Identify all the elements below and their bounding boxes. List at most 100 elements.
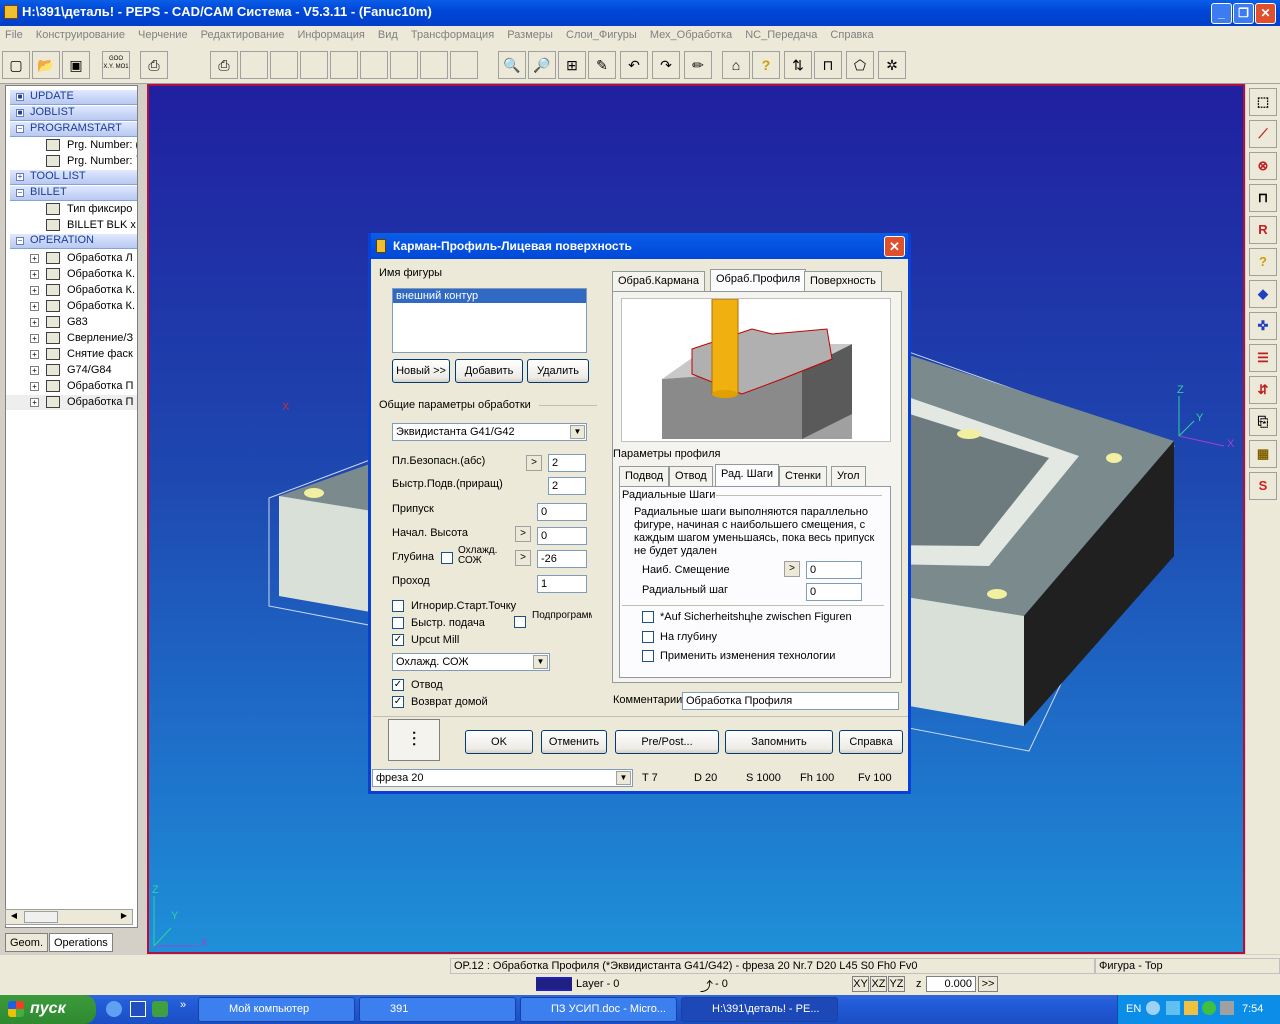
tree-op[interactable]: + G74/G84	[6, 363, 137, 378]
start-height-pick-button[interactable]: >	[515, 526, 531, 542]
query-icon[interactable]: ?	[1249, 248, 1277, 276]
ok-button[interactable]: OK	[465, 730, 533, 754]
tool-blank-1[interactable]	[240, 51, 268, 79]
tree-op[interactable]: + G83	[6, 315, 137, 330]
equidistant-select[interactable]: Эквидистанта G41/G42 ▼	[392, 423, 587, 441]
task-my-computer[interactable]: Мой компьютер	[198, 997, 355, 1022]
subtab-approach[interactable]: Подвод	[619, 466, 670, 486]
depth-field[interactable]: -26	[537, 550, 587, 568]
expand-icon[interactable]: +	[30, 302, 39, 311]
menu-file[interactable]: File	[0, 26, 28, 41]
tree-item[interactable]: BILLET BLK x	[6, 218, 137, 233]
print-icon[interactable]: ⎙	[140, 51, 168, 79]
security-icon[interactable]	[1184, 1001, 1198, 1015]
expand-icon[interactable]: +	[30, 286, 39, 295]
max-offset-field[interactable]: 0	[806, 561, 862, 579]
line-icon[interactable]: ⟋	[1249, 120, 1277, 148]
start-height-field[interactable]: 0	[537, 527, 587, 545]
safe-plane-pick-button[interactable]: >	[526, 455, 542, 471]
menu-info[interactable]: Информация	[292, 26, 369, 41]
tree-programstart[interactable]: − PROGRAMSTART	[10, 122, 137, 137]
tool-blank-3[interactable]	[300, 51, 328, 79]
new-figure-button[interactable]: Новый >>	[392, 359, 450, 383]
tree-update[interactable]: ■ UPDATE	[10, 90, 137, 105]
ie-icon[interactable]	[106, 1001, 122, 1017]
scroll-right-icon[interactable]: ▶	[117, 911, 131, 923]
expand-icon[interactable]: +	[16, 173, 24, 181]
rapid-field[interactable]: 2	[548, 477, 586, 495]
expand-icon[interactable]: +	[30, 398, 39, 407]
maximize-button[interactable]: ❐	[1233, 3, 1254, 24]
comment-field[interactable]: Обработка Профиля	[682, 692, 899, 710]
steps-icon[interactable]: ⇵	[1249, 376, 1277, 404]
task-peps[interactable]: H:\391\деталь! - PE...	[681, 997, 838, 1022]
tool-select[interactable]: фреза 20 ▼	[372, 769, 633, 787]
tree-item[interactable]: Тип фиксиро	[6, 202, 137, 217]
menu-layers[interactable]: Слои_Фигуры	[561, 26, 642, 41]
pass-field[interactable]: 1	[537, 575, 587, 593]
target-icon[interactable]: ✜	[1249, 312, 1277, 340]
profile-icon[interactable]: ⊓	[1249, 184, 1277, 212]
tab-surface[interactable]: Поверхность	[804, 271, 882, 291]
expand-icon[interactable]: +	[30, 318, 39, 327]
dropdown-arrow-icon[interactable]: ▼	[570, 425, 585, 439]
tree-scrollbar[interactable]: ◀ ▶	[5, 909, 133, 925]
safe-height-checkbox[interactable]	[642, 611, 654, 623]
undo-icon[interactable]: ↶	[620, 51, 648, 79]
tree-op[interactable]: + Сверление/З	[6, 331, 137, 346]
desktop-icon[interactable]	[130, 1001, 146, 1017]
retract-checkbox[interactable]: ✓	[392, 679, 404, 691]
machine-icon[interactable]: ▦	[1249, 440, 1277, 468]
tab-pocket[interactable]: Обраб.Кармана	[612, 271, 705, 291]
new-file-icon[interactable]: ▢	[2, 51, 30, 79]
menu-edit[interactable]: Редактирование	[196, 26, 290, 41]
menu-construct[interactable]: Конструирование	[31, 26, 130, 41]
volume-icon[interactable]	[1220, 1001, 1234, 1015]
collapse-icon[interactable]: −	[16, 189, 24, 197]
cube-icon[interactable]: ◆	[1249, 280, 1277, 308]
view-xz-button[interactable]: XZ	[870, 976, 887, 992]
zoom-window-icon[interactable]: 🔎	[528, 51, 556, 79]
subtab-angle[interactable]: Угол	[831, 466, 866, 486]
tree-op[interactable]: + Обработка К.	[6, 283, 137, 298]
subprogram-checkbox[interactable]	[514, 616, 526, 628]
collapse-icon[interactable]: −	[16, 237, 24, 245]
tree-billet[interactable]: − BILLET	[10, 186, 137, 201]
save-icon[interactable]: ▣	[62, 51, 90, 79]
tool-blank-7[interactable]	[420, 51, 448, 79]
delete-figure-button[interactable]: Удалить	[527, 359, 589, 383]
tool-blank-6[interactable]	[390, 51, 418, 79]
tree-toollist[interactable]: + TOOL LIST	[10, 170, 137, 185]
menu-dimensions[interactable]: Размеры	[502, 26, 558, 41]
allowance-field[interactable]: 0	[537, 503, 587, 521]
select-box-icon[interactable]: ⬚	[1249, 88, 1277, 116]
menu-help[interactable]: Справка	[825, 26, 878, 41]
zoom-icon[interactable]: 🔍	[498, 51, 526, 79]
menu-drafting[interactable]: Черчение	[133, 26, 193, 41]
network-icon[interactable]	[1166, 1001, 1180, 1015]
tool-blank-5[interactable]	[360, 51, 388, 79]
scroll-left-icon[interactable]: ◀	[7, 911, 21, 923]
expand-icon[interactable]: +	[30, 270, 39, 279]
help-icon[interactable]: ?	[752, 51, 780, 79]
profile-icon[interactable]: ⊓	[814, 51, 842, 79]
menu-view[interactable]: Вид	[373, 26, 403, 41]
start-button[interactable]: пуск	[0, 995, 96, 1024]
add-figure-button[interactable]: Добавить	[455, 359, 523, 383]
tree-op[interactable]: + Снятие фаск	[6, 347, 137, 362]
close-button[interactable]: ✕	[1255, 3, 1276, 24]
max-offset-pick-button[interactable]: >	[784, 561, 800, 577]
figure-list[interactable]: внешний контур	[392, 288, 587, 353]
tree-op[interactable]: + Обработка К.	[6, 267, 137, 282]
task-word-doc[interactable]: ПЗ УСИП.doc - Micro...	[520, 997, 677, 1022]
menu-transform[interactable]: Трансформация	[406, 26, 499, 41]
tree-operation[interactable]: − OPERATION	[10, 234, 137, 249]
dropdown-arrow-icon[interactable]: ▼	[533, 655, 548, 669]
tool-blank-8[interactable]	[450, 51, 478, 79]
coolant-select[interactable]: Охлажд. СОЖ ▼	[392, 653, 550, 671]
drawing-icon[interactable]: ⌂	[722, 51, 750, 79]
expand-icon[interactable]: +	[30, 334, 39, 343]
task-folder-391[interactable]: 391	[359, 997, 516, 1022]
quicklaunch-more[interactable]: »	[180, 999, 186, 1011]
subtab-retract[interactable]: Отвод	[669, 466, 713, 486]
